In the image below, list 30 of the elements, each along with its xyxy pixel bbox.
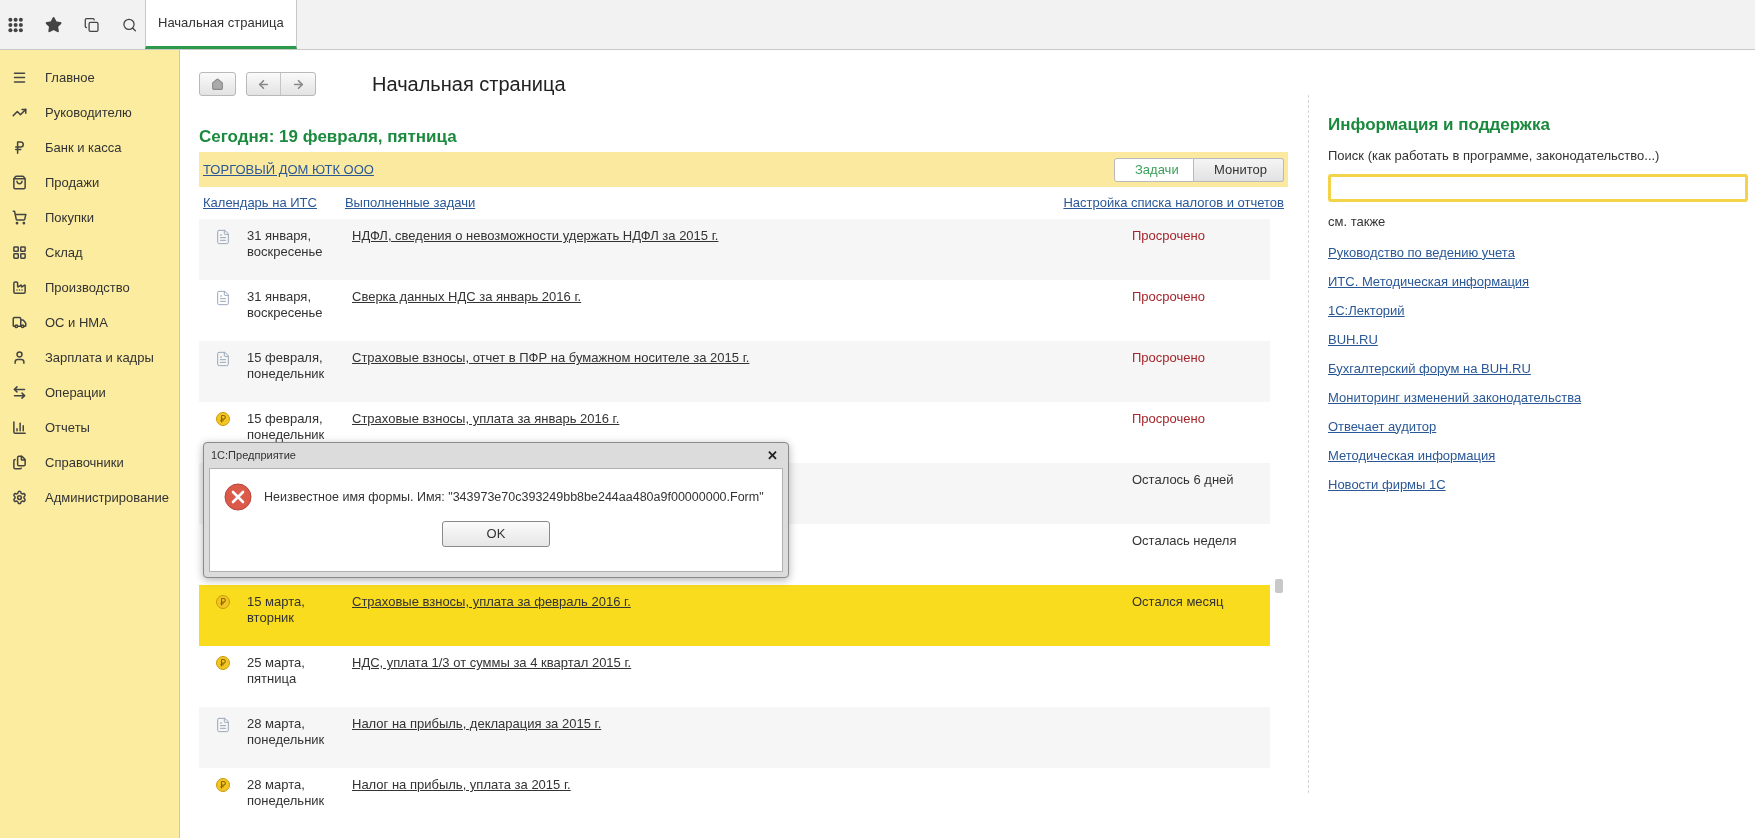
- task-status: Осталось 6 дней: [1132, 472, 1234, 487]
- task-weekday: понедельник: [247, 366, 326, 382]
- task-status: Просрочено: [1132, 350, 1205, 365]
- dialog-title: 1С:Предприятие: [211, 448, 296, 464]
- dialog-message: Неизвестное имя формы. Имя: "343973e70c393249bb8be244aa480a9f00000000.Form": [264, 488, 764, 506]
- task-weekday: понедельник: [247, 793, 326, 809]
- task-status: Просрочено: [1132, 411, 1205, 426]
- task-date: 15 марта,: [247, 594, 306, 610]
- task-weekday: понедельник: [247, 427, 326, 443]
- task-weekday: пятница: [247, 671, 298, 687]
- task-weekday: воскресенье: [247, 305, 324, 321]
- today-heading: Сегодня: 19 февраля, пятница: [199, 126, 458, 148]
- task-status: Просрочено: [1132, 228, 1205, 243]
- task-status: Осталась неделя: [1132, 533, 1237, 548]
- search-label: Поиск (как работать в программе, законодательство...): [1328, 147, 1661, 165]
- see-also-label: см. также: [1328, 212, 1387, 231]
- page-title: Начальная страница: [372, 72, 566, 97]
- task-date: 25 марта,: [247, 655, 306, 671]
- task-status: Остался месяц: [1132, 594, 1224, 609]
- task-status: Просрочено: [1132, 289, 1205, 304]
- task-weekday: вторник: [247, 610, 296, 626]
- task-date: 28 марта,: [247, 777, 306, 793]
- task-date: 15 февраля,: [247, 350, 324, 366]
- task-weekday: понедельник: [247, 732, 326, 748]
- task-weekday: воскресенье: [247, 244, 324, 260]
- task-date: 31 января,: [247, 228, 313, 244]
- task-date: 28 марта,: [247, 716, 306, 732]
- task-date: 15 февраля,: [247, 411, 324, 427]
- support-heading: Информация и поддержка: [1328, 114, 1551, 136]
- task-date: 31 января,: [247, 289, 313, 305]
